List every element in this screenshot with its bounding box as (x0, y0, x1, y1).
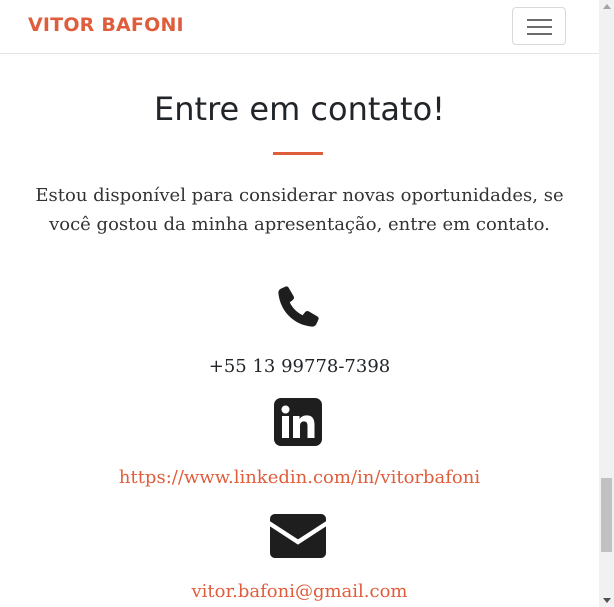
section-title: Entre em contato! (154, 90, 445, 128)
linkedin-icon (274, 398, 322, 446)
contact-section: Entre em contato! Estou disponível para … (0, 54, 599, 607)
title-divider (273, 152, 323, 155)
scroll-up-arrow-icon[interactable] (603, 4, 611, 9)
email-link[interactable]: vitor.bafoni@gmail.com (0, 580, 599, 604)
menu-toggle-button[interactable] (512, 7, 566, 45)
scrollbar-thumb[interactable] (601, 478, 612, 552)
page-scrollbar[interactable] (599, 0, 614, 607)
phone-icon (278, 286, 319, 327)
brand-logo-link[interactable]: VITOR BAFONI (28, 14, 184, 36)
contact-lead-text: Estou disponível para considerar novas o… (35, 185, 564, 235)
envelope-icon (270, 514, 326, 558)
scroll-down-arrow-icon[interactable] (603, 598, 611, 603)
hamburger-menu-icon (527, 33, 552, 35)
phone-number: +55 13 99778-7398 (208, 356, 391, 377)
navbar: VITOR BAFONI (0, 0, 599, 54)
hamburger-menu-icon (527, 26, 552, 28)
hamburger-menu-icon (527, 19, 552, 21)
linkedin-link[interactable]: https://www.linkedin.com/in/vitorbafoni (0, 466, 599, 490)
